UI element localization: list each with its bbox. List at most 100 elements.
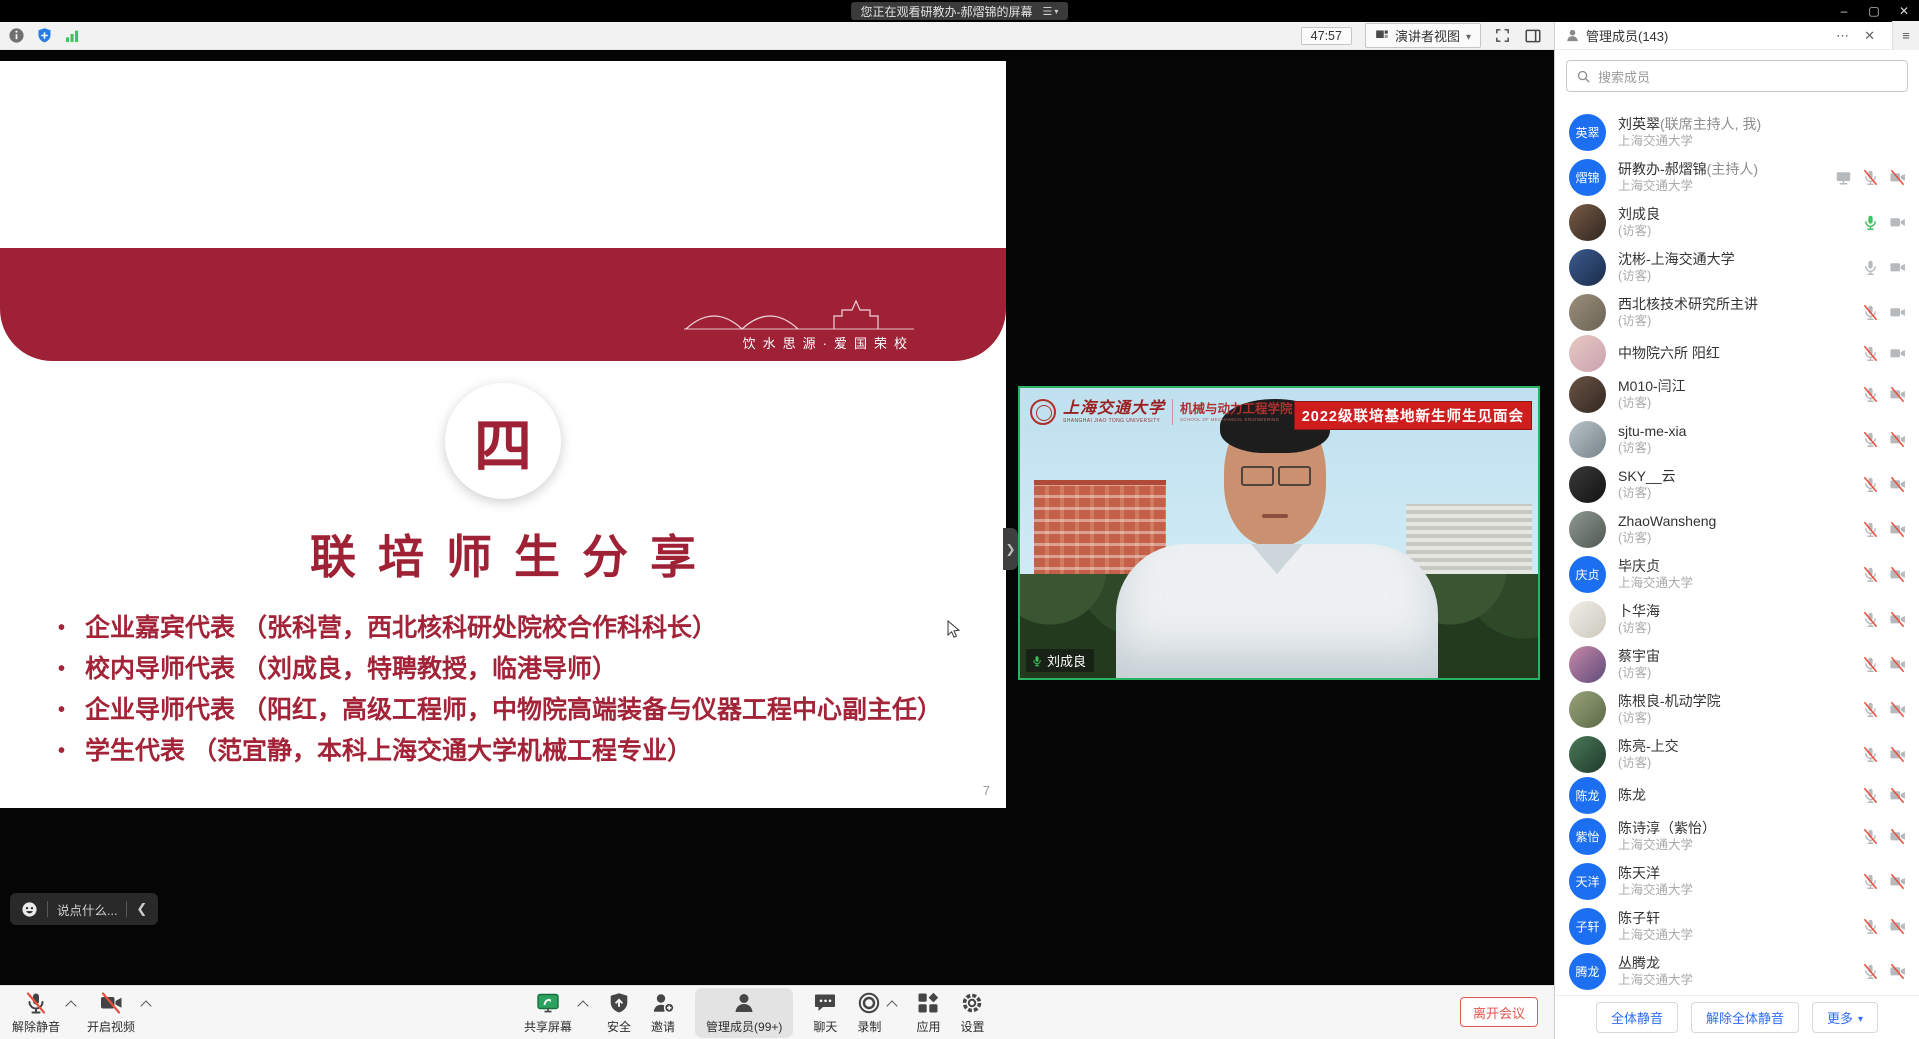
apps-icon: [916, 991, 940, 1015]
camera-muted-icon: [1889, 431, 1906, 448]
member-row[interactable]: 沈彬-上海交通大学(访客): [1555, 245, 1919, 290]
speaker-shirt: [1116, 544, 1438, 680]
avatar: [1569, 376, 1606, 413]
member-row[interactable]: 陈亮-上交(访客): [1555, 732, 1919, 777]
settings-label: 设置: [960, 1018, 984, 1035]
mute-all-button[interactable]: 全体静音: [1596, 1002, 1678, 1033]
speaker-video-tile[interactable]: 上海交通大学 SHANGHAI JIAO TONG UNIVERSITY 机械与…: [1018, 386, 1540, 680]
watching-label: 您正在观看研教办-郝熠锦的屏幕: [861, 3, 1033, 20]
watching-banner[interactable]: 您正在观看研教办-郝熠锦的屏幕 ☰▾: [851, 2, 1069, 20]
member-org: 上海交通大学: [1618, 575, 1693, 591]
member-row[interactable]: 陈龙陈龙: [1555, 777, 1919, 814]
member-name: 卜华海: [1618, 602, 1660, 620]
unmute-all-button[interactable]: 解除全体静音: [1691, 1002, 1799, 1033]
control-bar: 解除静音 开启视频 共享屏幕安全 邀请 管理成员(99+) 聊天录制应用设置 离开会议: [0, 985, 1554, 1039]
member-row[interactable]: 紫怡陈诗淳（紫怡）上海交通大学: [1555, 814, 1919, 859]
member-row[interactable]: 英翠刘英翠(联席主持人, 我)上海交通大学: [1555, 110, 1919, 155]
chat-button[interactable]: 聊天: [813, 991, 837, 1035]
camera-muted-icon: [1889, 386, 1906, 403]
maximize-button[interactable]: ▢: [1867, 4, 1881, 18]
invite-icon: [651, 991, 675, 1015]
person-icon: [1565, 28, 1580, 43]
security-label: 安全: [607, 1018, 631, 1035]
member-org: 上海交通大学: [1618, 972, 1693, 988]
panel-menu-icon[interactable]: ≡: [1892, 21, 1919, 50]
leave-meeting-button[interactable]: 离开会议: [1460, 997, 1538, 1027]
start-video-chevron-icon[interactable]: [140, 1000, 151, 1011]
member-row[interactable]: sjtu-me-xia(访客): [1555, 417, 1919, 462]
panel-expand-tab[interactable]: ❯: [1003, 528, 1018, 570]
panel-more-icon[interactable]: ⋯: [1836, 28, 1849, 44]
window-controls: – ▢ ✕: [1837, 0, 1911, 22]
members-panel-header: 管理成员(143) ⋯ ✕ ≡: [1555, 22, 1919, 50]
members-panel: 管理成员(143) ⋯ ✕ ≡ 搜索成员 英翠刘英翠(联席主持人, 我)上海交通…: [1554, 22, 1919, 1039]
unmute-label: 解除静音: [12, 1018, 60, 1035]
fullscreen-icon[interactable]: [1494, 27, 1511, 44]
meeting-window: 您正在观看研教办-郝熠锦的屏幕 ☰▾ – ▢ ✕ 47:57 演讲者视图: [0, 0, 1919, 1039]
camera-muted-icon: [1889, 521, 1906, 538]
mic-muted-icon: [1862, 828, 1879, 845]
member-row[interactable]: 刘成良(访客): [1555, 200, 1919, 245]
record-button[interactable]: 录制: [857, 991, 881, 1035]
start-video-label: 开启视频: [87, 1018, 135, 1035]
unmute-button[interactable]: 解除静音: [12, 991, 60, 1035]
emoji-icon[interactable]: [21, 901, 38, 918]
member-row[interactable]: 庆贞毕庆贞上海交通大学: [1555, 552, 1919, 597]
close-button[interactable]: ✕: [1897, 4, 1911, 18]
member-row[interactable]: ZhaoWansheng(访客): [1555, 507, 1919, 552]
member-row[interactable]: 天洋陈天洋上海交通大学: [1555, 859, 1919, 904]
unmute-chevron-icon[interactable]: [65, 1000, 76, 1011]
record-chevron-icon[interactable]: [887, 1000, 898, 1011]
more-button[interactable]: 更多: [1812, 1002, 1878, 1033]
view-mode-label: 演讲者视图: [1395, 26, 1460, 45]
member-row[interactable]: 腾龙丛腾龙上海交通大学: [1555, 949, 1919, 994]
member-name: 陈子轩: [1618, 909, 1693, 927]
member-row[interactable]: 子轩陈子轩上海交通大学: [1555, 904, 1919, 949]
mic-muted-icon: [1862, 656, 1879, 673]
start-video-button[interactable]: 开启视频: [87, 991, 135, 1035]
members-panel-footer: 全体静音 解除全体静音 更多: [1555, 995, 1919, 1039]
college-name: 机械与动力工程学院: [1180, 402, 1293, 417]
member-name: ZhaoWansheng: [1618, 512, 1716, 530]
side-panel-icon[interactable]: [1524, 27, 1542, 45]
manage-members-button[interactable]: 管理成员(99+): [695, 988, 793, 1038]
member-row[interactable]: M010-闫江(访客): [1555, 372, 1919, 417]
invite-label: 邀请: [651, 1018, 675, 1035]
member-name: 刘英翠(联席主持人, 我): [1618, 115, 1761, 133]
member-search-input[interactable]: 搜索成员: [1566, 60, 1908, 92]
search-icon: [1576, 69, 1591, 84]
member-row[interactable]: 西北核技术研究所主讲(访客): [1555, 290, 1919, 335]
shared-screen-slide: 饮水思源·爱国荣校 四 联培师生分享 企业嘉宾代表 （张科营，西北核科研处院校合…: [0, 61, 1006, 808]
invite-button[interactable]: 邀请: [651, 991, 675, 1035]
chat-placeholder[interactable]: 说点什么...: [57, 900, 117, 919]
apps-button[interactable]: 应用: [916, 991, 940, 1035]
members-panel-title: 管理成员(143): [1586, 26, 1668, 45]
search-placeholder: 搜索成员: [1598, 67, 1650, 86]
member-role: (主持人): [1707, 161, 1758, 177]
meeting-info-icon[interactable]: [8, 27, 25, 44]
share-screen-button[interactable]: 共享屏幕: [524, 991, 572, 1035]
screen-view-menu-icon[interactable]: ☰▾: [1043, 5, 1059, 18]
member-name: SKY__云: [1618, 467, 1676, 485]
settings-button[interactable]: 设置: [960, 991, 984, 1035]
speaker-mouth: [1262, 514, 1288, 518]
member-row[interactable]: 熠锦研教办-郝熠锦(主持人)上海交通大学: [1555, 155, 1919, 200]
member-row[interactable]: 蔡宇宙(访客): [1555, 642, 1919, 687]
chat-quick-input[interactable]: 说点什么... ❮: [10, 893, 158, 925]
network-signal-icon[interactable]: [64, 28, 80, 44]
member-row[interactable]: 卜华海(访客): [1555, 597, 1919, 642]
member-name: 陈龙: [1618, 786, 1646, 804]
security-shield-icon[interactable]: [36, 27, 53, 44]
member-row[interactable]: 陈根良-机动学院(访客): [1555, 687, 1919, 732]
minimize-button[interactable]: –: [1837, 4, 1851, 18]
camera-off-icon: [1889, 304, 1906, 321]
collapse-chat-icon[interactable]: ❮: [136, 901, 147, 917]
avatar: [1569, 646, 1606, 683]
view-mode-dropdown[interactable]: 演讲者视图: [1365, 23, 1481, 48]
avatar: 紫怡: [1569, 818, 1606, 855]
panel-close-icon[interactable]: ✕: [1864, 28, 1875, 44]
member-row[interactable]: 中物院六所 阳红: [1555, 335, 1919, 372]
security-button[interactable]: 安全: [607, 991, 631, 1035]
share-screen-chevron-icon[interactable]: [577, 1000, 588, 1011]
member-row[interactable]: SKY__云(访客): [1555, 462, 1919, 507]
